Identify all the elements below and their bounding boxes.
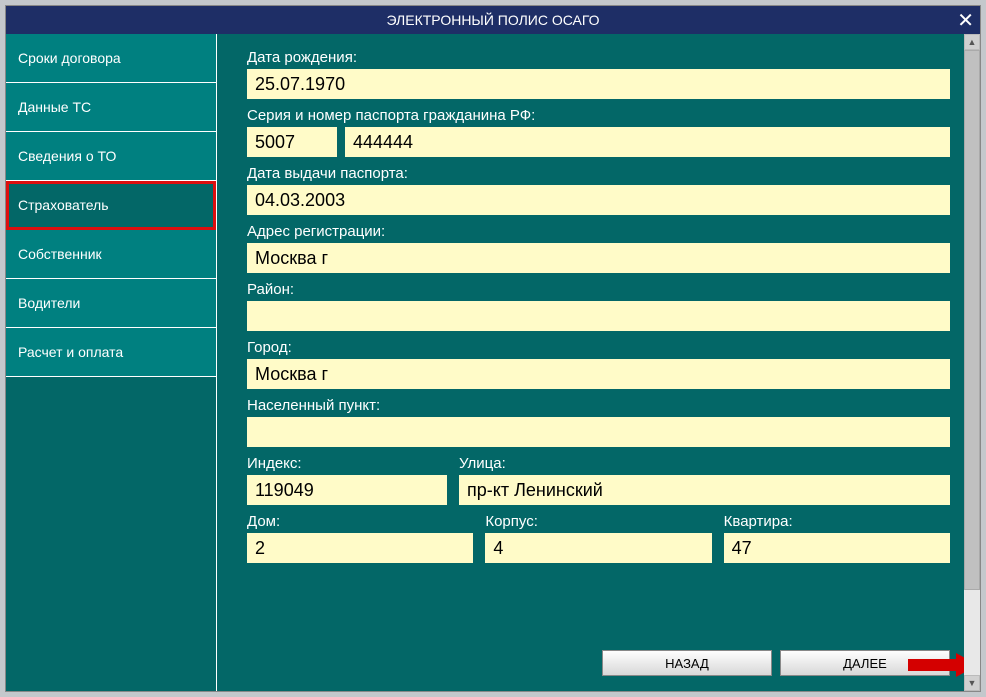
scrollbar[interactable]: ▲ ▼ xyxy=(964,34,980,691)
sidebar-item-label: Расчет и оплата xyxy=(18,344,123,360)
sidebar-item-owner[interactable]: Собственник xyxy=(6,230,216,279)
district-input[interactable] xyxy=(247,301,950,331)
street-input[interactable] xyxy=(459,475,950,505)
scroll-thumb[interactable] xyxy=(964,50,980,590)
passport-date-label: Дата выдачи паспорта: xyxy=(247,165,950,182)
apartment-input[interactable] xyxy=(724,533,950,563)
sidebar-item-label: Данные ТС xyxy=(18,99,91,115)
sidebar-item-payment[interactable]: Расчет и оплата xyxy=(6,328,216,377)
modal-window: ЭЛЕКТРОННЫЙ ПОЛИС ОСАГО ✕ Сроки договора… xyxy=(5,5,981,692)
passport-number-input[interactable] xyxy=(345,127,950,157)
house-input[interactable] xyxy=(247,533,473,563)
sidebar-item-label: Сроки договора xyxy=(18,50,121,66)
index-input[interactable] xyxy=(247,475,447,505)
window-title: ЭЛЕКТРОННЫЙ ПОЛИС ОСАГО xyxy=(386,12,599,28)
building-label: Корпус: xyxy=(485,513,711,530)
sidebar-item-vehicle[interactable]: Данные ТС xyxy=(6,83,216,132)
passport-label: Серия и номер паспорта гражданина РФ: xyxy=(247,107,950,124)
sidebar: Сроки договора Данные ТС Сведения о ТО С… xyxy=(6,34,216,691)
sidebar-item-label: Водители xyxy=(18,295,80,311)
back-button[interactable]: НАЗАД xyxy=(602,650,772,676)
registration-label: Адрес регистрации: xyxy=(247,223,950,240)
body-area: Сроки договора Данные ТС Сведения о ТО С… xyxy=(6,34,980,691)
form-content: Дата рождения: Серия и номер паспорта гр… xyxy=(216,34,980,691)
sidebar-item-label: Собственник xyxy=(18,246,102,262)
street-label: Улица: xyxy=(459,455,950,472)
titlebar: ЭЛЕКТРОННЫЙ ПОЛИС ОСАГО ✕ xyxy=(6,6,980,34)
house-label: Дом: xyxy=(247,513,473,530)
passport-date-input[interactable] xyxy=(247,185,950,215)
district-label: Район: xyxy=(247,281,950,298)
birthdate-label: Дата рождения: xyxy=(247,49,950,66)
registration-input[interactable] xyxy=(247,243,950,273)
birthdate-input[interactable] xyxy=(247,69,950,99)
city-label: Город: xyxy=(247,339,950,356)
close-icon[interactable]: ✕ xyxy=(957,8,974,33)
scroll-up-icon[interactable]: ▲ xyxy=(964,34,980,50)
sidebar-item-label: Сведения о ТО xyxy=(18,148,116,164)
scroll-down-icon[interactable]: ▼ xyxy=(964,675,980,691)
building-input[interactable] xyxy=(485,533,711,563)
apartment-label: Квартира: xyxy=(724,513,950,530)
locality-input[interactable] xyxy=(247,417,950,447)
locality-label: Населенный пункт: xyxy=(247,397,950,414)
sidebar-item-label: Страхователь xyxy=(18,197,109,213)
passport-series-input[interactable] xyxy=(247,127,337,157)
city-input[interactable] xyxy=(247,359,950,389)
footer-buttons: НАЗАД ДАЛЕЕ xyxy=(602,650,950,676)
sidebar-item-insurer[interactable]: Страхователь xyxy=(6,181,216,230)
sidebar-item-inspection[interactable]: Сведения о ТО xyxy=(6,132,216,181)
sidebar-item-drivers[interactable]: Водители xyxy=(6,279,216,328)
index-label: Индекс: xyxy=(247,455,447,472)
sidebar-item-terms[interactable]: Сроки договора xyxy=(6,34,216,83)
